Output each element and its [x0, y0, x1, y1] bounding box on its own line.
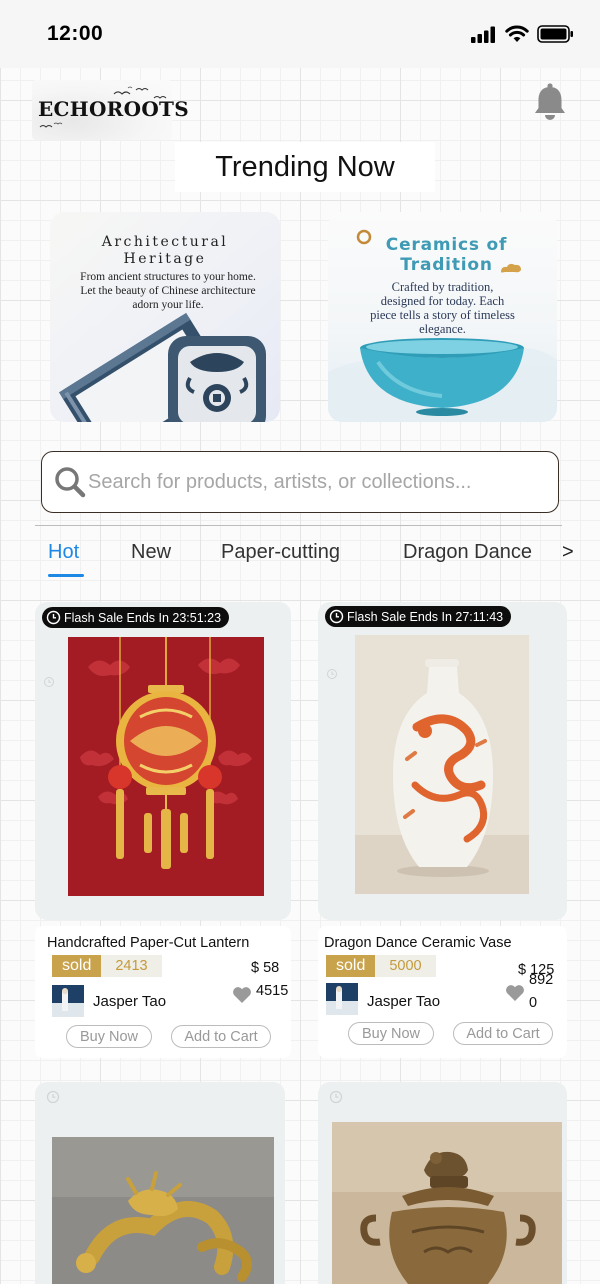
status-time: 12:00	[47, 22, 104, 45]
product-image-lantern[interactable]	[68, 637, 264, 896]
status-icons	[471, 25, 574, 43]
likes-count-2-line1: 892	[529, 972, 554, 988]
artist-avatar-image	[326, 983, 358, 1015]
clock-icon	[46, 610, 61, 625]
banner-ceramics-tradition[interactable]: Ceramics of Tradition Crafted by traditi…	[328, 212, 557, 422]
signal-icon	[471, 26, 495, 43]
artist-avatar-image	[52, 985, 84, 1017]
search-icon[interactable]	[54, 466, 86, 498]
price-1: $ 58	[251, 960, 280, 976]
banner-architectural-heritage[interactable]: Architectural Heritage From ancient stru…	[50, 212, 280, 422]
section-title-box: Trending Now	[175, 142, 435, 192]
add-to-cart-button-2[interactable]: Add to Cart	[453, 1022, 553, 1045]
active-tab-indicator	[48, 574, 84, 577]
banner-arch-desc-line3: adorn your life.	[132, 299, 204, 311]
avatar[interactable]	[52, 985, 84, 1017]
status-bar: 12:00	[0, 0, 600, 68]
heart-icon[interactable]	[232, 986, 252, 1004]
ceramic-bowl-image	[328, 338, 557, 422]
likes-count-2-line2: 0	[529, 995, 538, 1011]
add-to-cart-button-1[interactable]: Add to Cart	[171, 1025, 271, 1048]
tab-hot[interactable]: Hot	[48, 541, 79, 564]
wifi-icon	[505, 25, 529, 42]
flash-sale-text-2: Flash Sale Ends In 27:11:43	[347, 609, 504, 624]
faint-clock-icon	[44, 677, 54, 687]
battery-icon	[537, 25, 573, 43]
sold-label-1: sold	[52, 955, 102, 977]
small-birds-icon	[39, 122, 63, 128]
flash-sale-text-1: Flash Sale Ends In 23:51:23	[64, 610, 222, 625]
lantern-image	[68, 637, 264, 896]
artist-name-2[interactable]: Jasper Tao	[367, 993, 440, 1010]
banner-cer-desc-line3: piece tells a story of timeless	[370, 308, 515, 322]
banner-cer-title-line1: Ceramics of	[385, 235, 508, 255]
notification-bell-icon[interactable]	[533, 82, 567, 122]
golden-dragon-image	[52, 1137, 274, 1284]
banner-arch-desc: From ancient structures to your home. Le…	[60, 270, 276, 312]
tab-new[interactable]: New	[131, 541, 171, 564]
banner-arch-title-line1: Architectural	[101, 234, 229, 250]
product-image-golden-dragon[interactable]	[52, 1137, 274, 1284]
tabs-more-arrow[interactable]: >	[562, 541, 574, 564]
buy-now-button-1[interactable]: Buy Now	[66, 1025, 152, 1048]
vase-image	[355, 635, 529, 894]
sold-pill-2: sold 5000	[326, 955, 436, 977]
divider	[35, 525, 562, 526]
banner-cer-desc-line2: designed for today. Each	[380, 294, 505, 308]
tab-paper-cutting[interactable]: Paper-cutting	[221, 541, 340, 564]
product-title-1[interactable]: Handcrafted Paper-Cut Lantern	[47, 935, 249, 951]
cloud-ornament-icon	[501, 263, 521, 273]
section-title: Trending Now	[215, 150, 395, 183]
incense-burner-image	[332, 1122, 562, 1284]
likes-count-1: 4515	[256, 983, 289, 999]
flash-sale-badge-2: Flash Sale Ends In 27:11:43	[325, 606, 512, 627]
avatar[interactable]	[326, 983, 358, 1015]
faint-clock-icon	[46, 1090, 60, 1104]
sold-label-2: sold	[326, 955, 376, 977]
banner-arch-desc-line2: Let the beauty of Chinese architecture	[80, 285, 256, 297]
sold-count-2: 5000	[375, 955, 436, 977]
clock-icon	[329, 609, 344, 624]
buy-now-button-2[interactable]: Buy Now	[348, 1022, 434, 1045]
faint-clock-icon	[329, 1090, 343, 1104]
search-bar[interactable]	[41, 451, 559, 513]
window-frame-image	[58, 312, 266, 422]
heart-icon[interactable]	[505, 984, 525, 1002]
artist-name-1[interactable]: Jasper Tao	[93, 993, 166, 1010]
brand-logo[interactable]: ECHOROOTS	[32, 80, 189, 140]
tab-dragon-dance[interactable]: Dragon Dance	[403, 541, 532, 564]
banner-arch-title: Architectural Heritage	[50, 234, 280, 268]
banner-cer-desc-line1: Crafted by tradition,	[391, 280, 494, 294]
search-input[interactable]	[88, 470, 548, 494]
banner-cer-desc: Crafted by tradition, designed for today…	[344, 280, 541, 336]
flash-sale-badge-1: Flash Sale Ends In 23:51:23	[42, 607, 230, 628]
banner-arch-title-line2: Heritage	[123, 251, 207, 267]
faint-clock-icon	[327, 669, 337, 679]
product-image-incense-burner[interactable]	[332, 1122, 562, 1284]
product-title-2[interactable]: Dragon Dance Ceramic Vase	[324, 935, 512, 951]
banner-arch-desc-line1: From ancient structures to your home.	[80, 271, 256, 283]
category-tabs: Hot New Paper-cutting Dragon Dance >	[0, 541, 600, 581]
logo-text: ECHOROOTS	[38, 97, 189, 121]
product-image-vase[interactable]	[355, 635, 529, 894]
sold-pill-1: sold 2413	[52, 955, 162, 977]
sold-count-1: 2413	[101, 955, 162, 977]
